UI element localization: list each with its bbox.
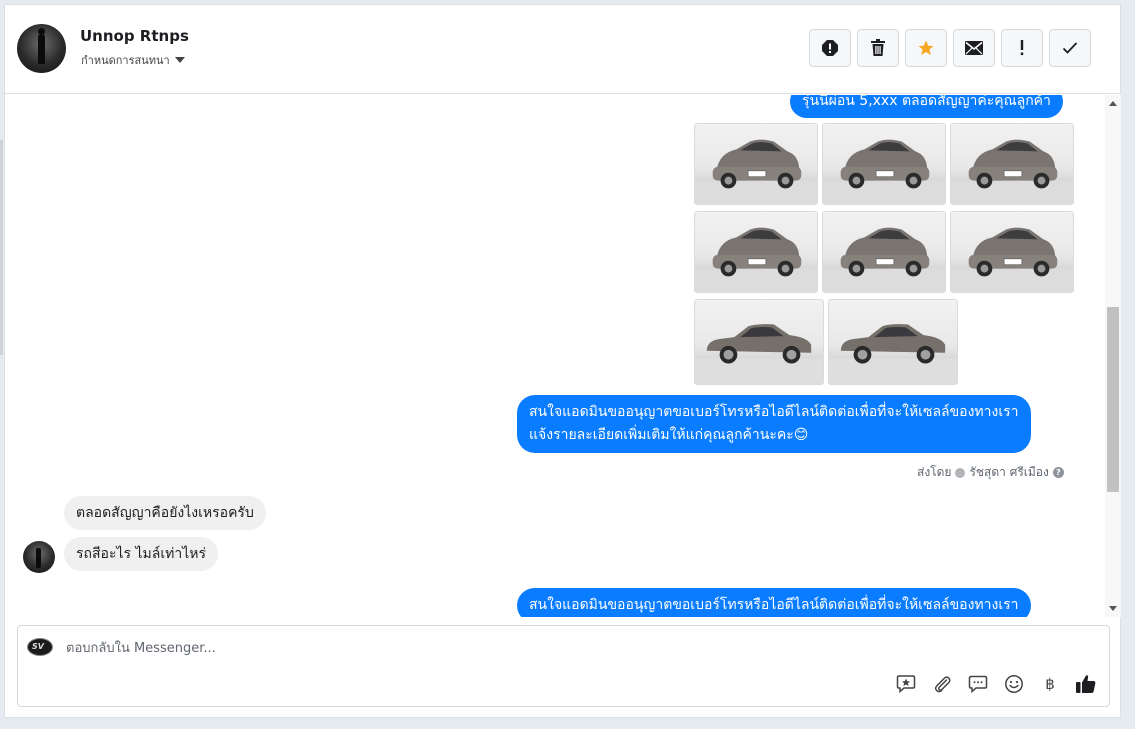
exclamation-icon: [1020, 40, 1024, 56]
trash-icon: [871, 39, 885, 56]
star-icon: [918, 40, 934, 56]
messenger-panel: Unnop Rtnps กำหนดการสนทนา รุ่นนี้ผ่อน 5,…: [4, 4, 1121, 718]
thumbs-up-icon: [1076, 675, 1096, 693]
conversation-settings-dropdown[interactable]: กำหนดการสนทนา: [81, 51, 185, 69]
check-icon: [1062, 42, 1078, 54]
car-photo-7[interactable]: [694, 299, 824, 385]
scroll-down-arrow-icon[interactable]: [1109, 606, 1117, 611]
reply-composer: SV ฿: [17, 625, 1110, 707]
delete-button[interactable]: [857, 29, 899, 67]
car-photo-3[interactable]: [950, 123, 1074, 205]
conversation-header: Unnop Rtnps กำหนดการสนทนา: [5, 5, 1120, 94]
spam-button[interactable]: [809, 29, 851, 67]
scrollbar-thumb[interactable]: [1107, 307, 1119, 492]
saved-reply-icon: [896, 675, 916, 694]
left-edge-strip: [0, 140, 3, 355]
alert-icon: [822, 40, 838, 56]
user-status-icon: [955, 467, 966, 478]
follow-up-button[interactable]: [1001, 29, 1043, 67]
thread-scrollbar[interactable]: [1105, 95, 1121, 617]
contact-avatar-small[interactable]: [23, 541, 55, 573]
attach-button[interactable]: [931, 673, 953, 695]
outgoing-message-admin-repeat: สนใจแอดมินขออนุญาตขอเบอร์โทรหรือไอดีไลน์…: [517, 588, 1031, 617]
contact-name[interactable]: Unnop Rtnps: [80, 27, 189, 45]
mail-icon: [965, 41, 983, 55]
car-photo-5[interactable]: [822, 211, 946, 293]
payment-button[interactable]: ฿: [1039, 673, 1061, 695]
page-avatar: SV: [27, 638, 53, 656]
car-photo-1[interactable]: [694, 123, 818, 205]
like-button[interactable]: [1075, 673, 1097, 695]
sent-by-prefix: ส่งโดย: [917, 465, 952, 479]
composer-tools: ฿: [895, 673, 1097, 695]
header-actions: [809, 29, 1091, 67]
conversation-settings-label: กำหนดการสนทนา: [81, 54, 170, 67]
car-photo-8[interactable]: [828, 299, 958, 385]
emoji-button[interactable]: [1003, 673, 1025, 695]
quick-replies-button[interactable]: [967, 673, 989, 695]
message-thread[interactable]: รุ่นนี้ผ่อน 5,xxx ตลอดสัญญาค่ะคุณลูกค้า …: [5, 95, 1105, 617]
sent-by-name[interactable]: รัชสุดา ศรีเมือง: [969, 463, 1048, 482]
sent-by-info: ส่งโดย รัชสุดา ศรีเมือง ?: [917, 463, 1064, 482]
incoming-message-1: ตลอดสัญญาคือยังไงเหรอครับ: [64, 496, 266, 530]
car-photo-6[interactable]: [950, 211, 1074, 293]
admin-message-line-1: สนใจแอดมินขออนุญาตขอเบอร์โทรหรือไอดีไลน์…: [529, 404, 1019, 420]
smiley-icon: [1005, 675, 1023, 693]
mark-done-button[interactable]: [1049, 29, 1091, 67]
baht-icon: ฿: [1045, 675, 1055, 693]
outgoing-message: รุ่นนี้ผ่อน 5,xxx ตลอดสัญญาค่ะคุณลูกค้า: [790, 95, 1063, 118]
car-photo-4[interactable]: [694, 211, 818, 293]
help-icon[interactable]: ?: [1052, 467, 1064, 478]
star-button[interactable]: [905, 29, 947, 67]
admin-message-line-2: แจ้งรายละเอียดเพิ่มเติมให้แก่คุณลูกค้านะ…: [529, 427, 809, 443]
caret-down-icon: [174, 57, 185, 63]
scroll-up-arrow-icon[interactable]: [1109, 101, 1117, 106]
contact-avatar[interactable]: [17, 24, 66, 73]
chat-bubble-icon: [968, 675, 988, 694]
outgoing-message-admin: สนใจแอดมินขออนุญาตขอเบอร์โทรหรือไอดีไลน์…: [517, 395, 1031, 453]
car-photo-2[interactable]: [822, 123, 946, 205]
reply-input[interactable]: [66, 638, 866, 658]
incoming-message-2: รถสีอะไร ไมล์เท่าไหร่: [64, 537, 218, 571]
saved-replies-button[interactable]: [895, 673, 917, 695]
paperclip-icon: [934, 676, 951, 693]
mark-unread-button[interactable]: [953, 29, 995, 67]
